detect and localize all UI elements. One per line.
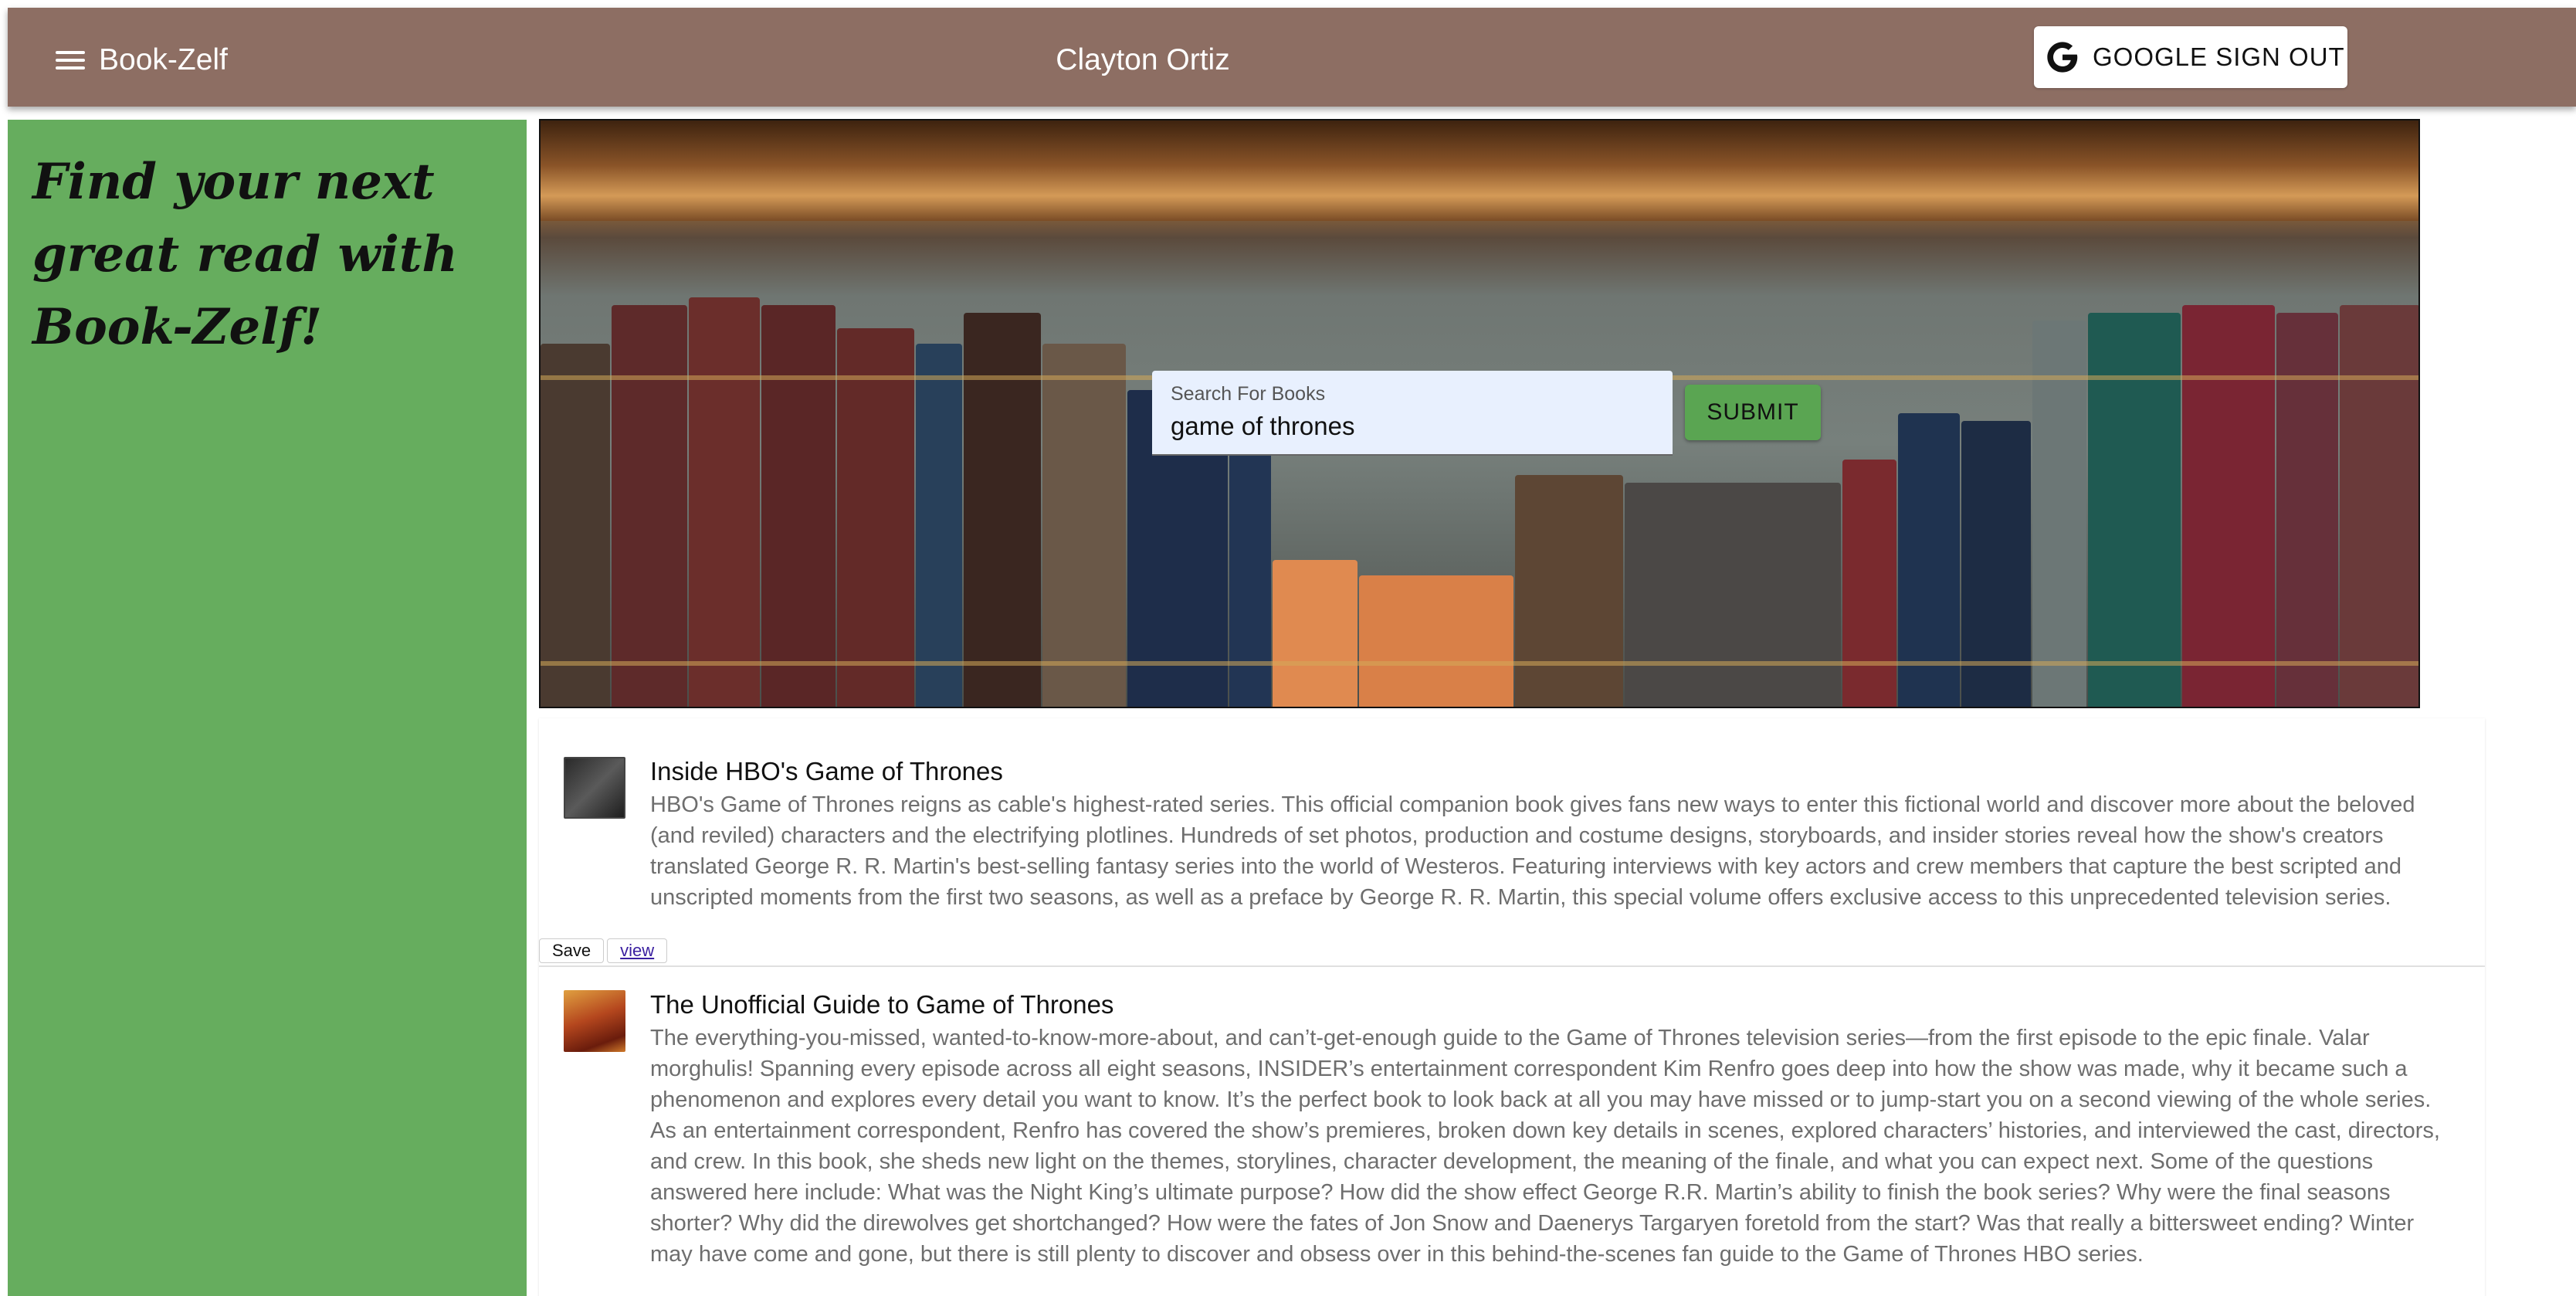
hero-bookshelf-banner: Search For Books SUBMIT <box>539 119 2420 708</box>
book-spine <box>2182 305 2275 707</box>
book-spine <box>1359 575 1513 707</box>
book-spine <box>761 305 836 707</box>
book-spine <box>612 305 687 707</box>
book-spine <box>1842 460 1896 707</box>
sign-out-label: GOOGLE SIGN OUT <box>2093 42 2345 71</box>
sidebar: Find your next great read with Book-Zelf… <box>8 120 527 1296</box>
book-spine <box>689 297 760 707</box>
book-spine <box>1273 560 1357 707</box>
search-label: Search For Books <box>1171 383 1326 405</box>
view-link[interactable]: view <box>607 938 668 963</box>
user-name: Clayton Ortiz <box>1056 43 1230 76</box>
result-description: HBO's Game of Thrones reigns as cable's … <box>650 792 2415 910</box>
book-spine <box>1229 452 1271 707</box>
shelf-top <box>541 120 2418 221</box>
book-spine <box>837 328 914 707</box>
google-icon <box>2047 42 2078 73</box>
sidebar-tagline: Find your next great read with Book-Zelf… <box>32 153 458 356</box>
book-cover-thumbnail[interactable] <box>564 990 625 1052</box>
book-spine <box>2340 305 2418 707</box>
result-title: Inside HBO's Game of Thrones <box>650 757 1003 785</box>
submit-button[interactable]: SUBMIT <box>1685 385 1821 440</box>
book-spine <box>1625 483 1841 707</box>
book-spine <box>964 313 1041 707</box>
book-cover-thumbnail[interactable] <box>564 757 625 819</box>
result-description: The everything-you-missed, wanted-to-kno… <box>650 1026 2440 1267</box>
result-actions: Save view <box>539 938 668 963</box>
results-list: Inside HBO's Game of Thrones HBO's Game … <box>539 718 2485 1296</box>
gold-band <box>541 661 2418 666</box>
book-spine <box>541 344 610 707</box>
book-spine <box>2276 313 2338 707</box>
book-spine <box>916 344 962 707</box>
search-input[interactable] <box>1171 412 1654 441</box>
result-item: Inside HBO's Game of Thrones HBO's Game … <box>539 718 2485 967</box>
google-sign-out-button[interactable]: GOOGLE SIGN OUT <box>2034 26 2347 88</box>
search-field[interactable]: Search For Books <box>1152 371 1673 456</box>
book-spine <box>1515 475 1623 707</box>
book-spine <box>2088 313 2181 707</box>
menu-icon[interactable] <box>48 40 94 74</box>
result-item: The Unofficial Guide to Game of Thrones … <box>539 967 2485 1296</box>
book-spine <box>1042 344 1126 707</box>
brand-title: Book-Zelf <box>99 43 228 76</box>
app-bar: Book-Zelf Clayton Ortiz GOOGLE SIGN OUT <box>8 8 2576 107</box>
save-button[interactable]: Save <box>539 938 605 963</box>
result-title: The Unofficial Guide to Game of Thrones <box>650 990 1114 1019</box>
